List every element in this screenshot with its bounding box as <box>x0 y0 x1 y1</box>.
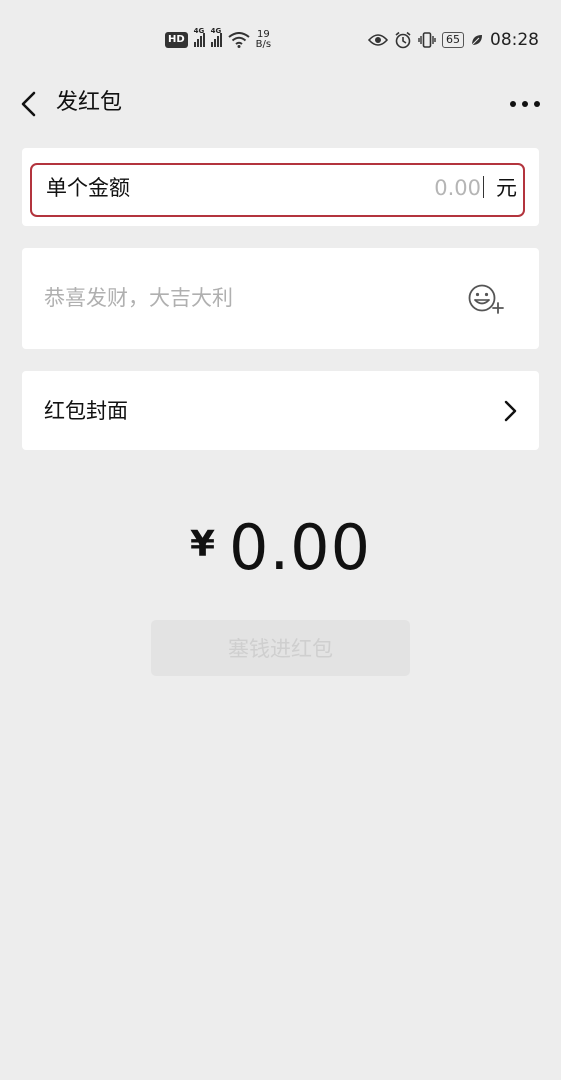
chevron-right-icon <box>504 400 517 422</box>
page-title: 发红包 <box>56 90 123 115</box>
total-value: 0.00 <box>229 511 372 584</box>
submit-button[interactable]: 塞钱进红包 <box>151 620 410 676</box>
greeting-card <box>22 248 539 349</box>
amount-unit: 元 <box>496 176 517 200</box>
leaf-icon <box>471 35 482 46</box>
chevron-left-icon[interactable] <box>12 86 48 122</box>
network-speed-unit: B/s <box>255 39 272 50</box>
eye-icon <box>368 34 388 46</box>
navigation-bar: 发红包 <box>0 80 561 128</box>
network-speed: 19 B/s <box>256 30 271 50</box>
network-type-label: 4G <box>210 27 222 35</box>
greeting-input[interactable] <box>44 280 444 316</box>
alarm-icon <box>395 31 411 49</box>
hd-badge: HD <box>165 32 188 48</box>
clock-time: 08:28 <box>490 30 539 50</box>
amount-card: 单个金额 元 <box>22 148 539 226</box>
battery-indicator: 65 <box>442 32 464 48</box>
total-amount: ¥ 0.00 <box>0 508 561 588</box>
status-bar-left: HD 4G 4G 19 B/s <box>165 27 271 52</box>
more-dots-icon[interactable] <box>505 92 545 116</box>
currency-symbol: ¥ <box>189 524 215 565</box>
signal-icon: 4G <box>210 27 222 47</box>
status-bar: HD 4G 4G 19 B/s 65 08:28 <box>0 0 561 80</box>
text-caret <box>482 176 484 198</box>
status-bar-right: 65 08:28 <box>368 28 539 52</box>
signal-icon: 4G <box>193 27 205 47</box>
cover-card[interactable]: 红包封面 <box>22 371 539 450</box>
amount-label: 单个金额 <box>46 176 130 200</box>
cover-label: 红包封面 <box>44 399 128 423</box>
amount-input[interactable] <box>341 172 481 204</box>
vibrate-icon <box>418 32 436 48</box>
wifi-icon <box>228 32 250 48</box>
network-type-label: 4G <box>193 27 205 35</box>
emoji-add-icon[interactable] <box>467 282 505 316</box>
